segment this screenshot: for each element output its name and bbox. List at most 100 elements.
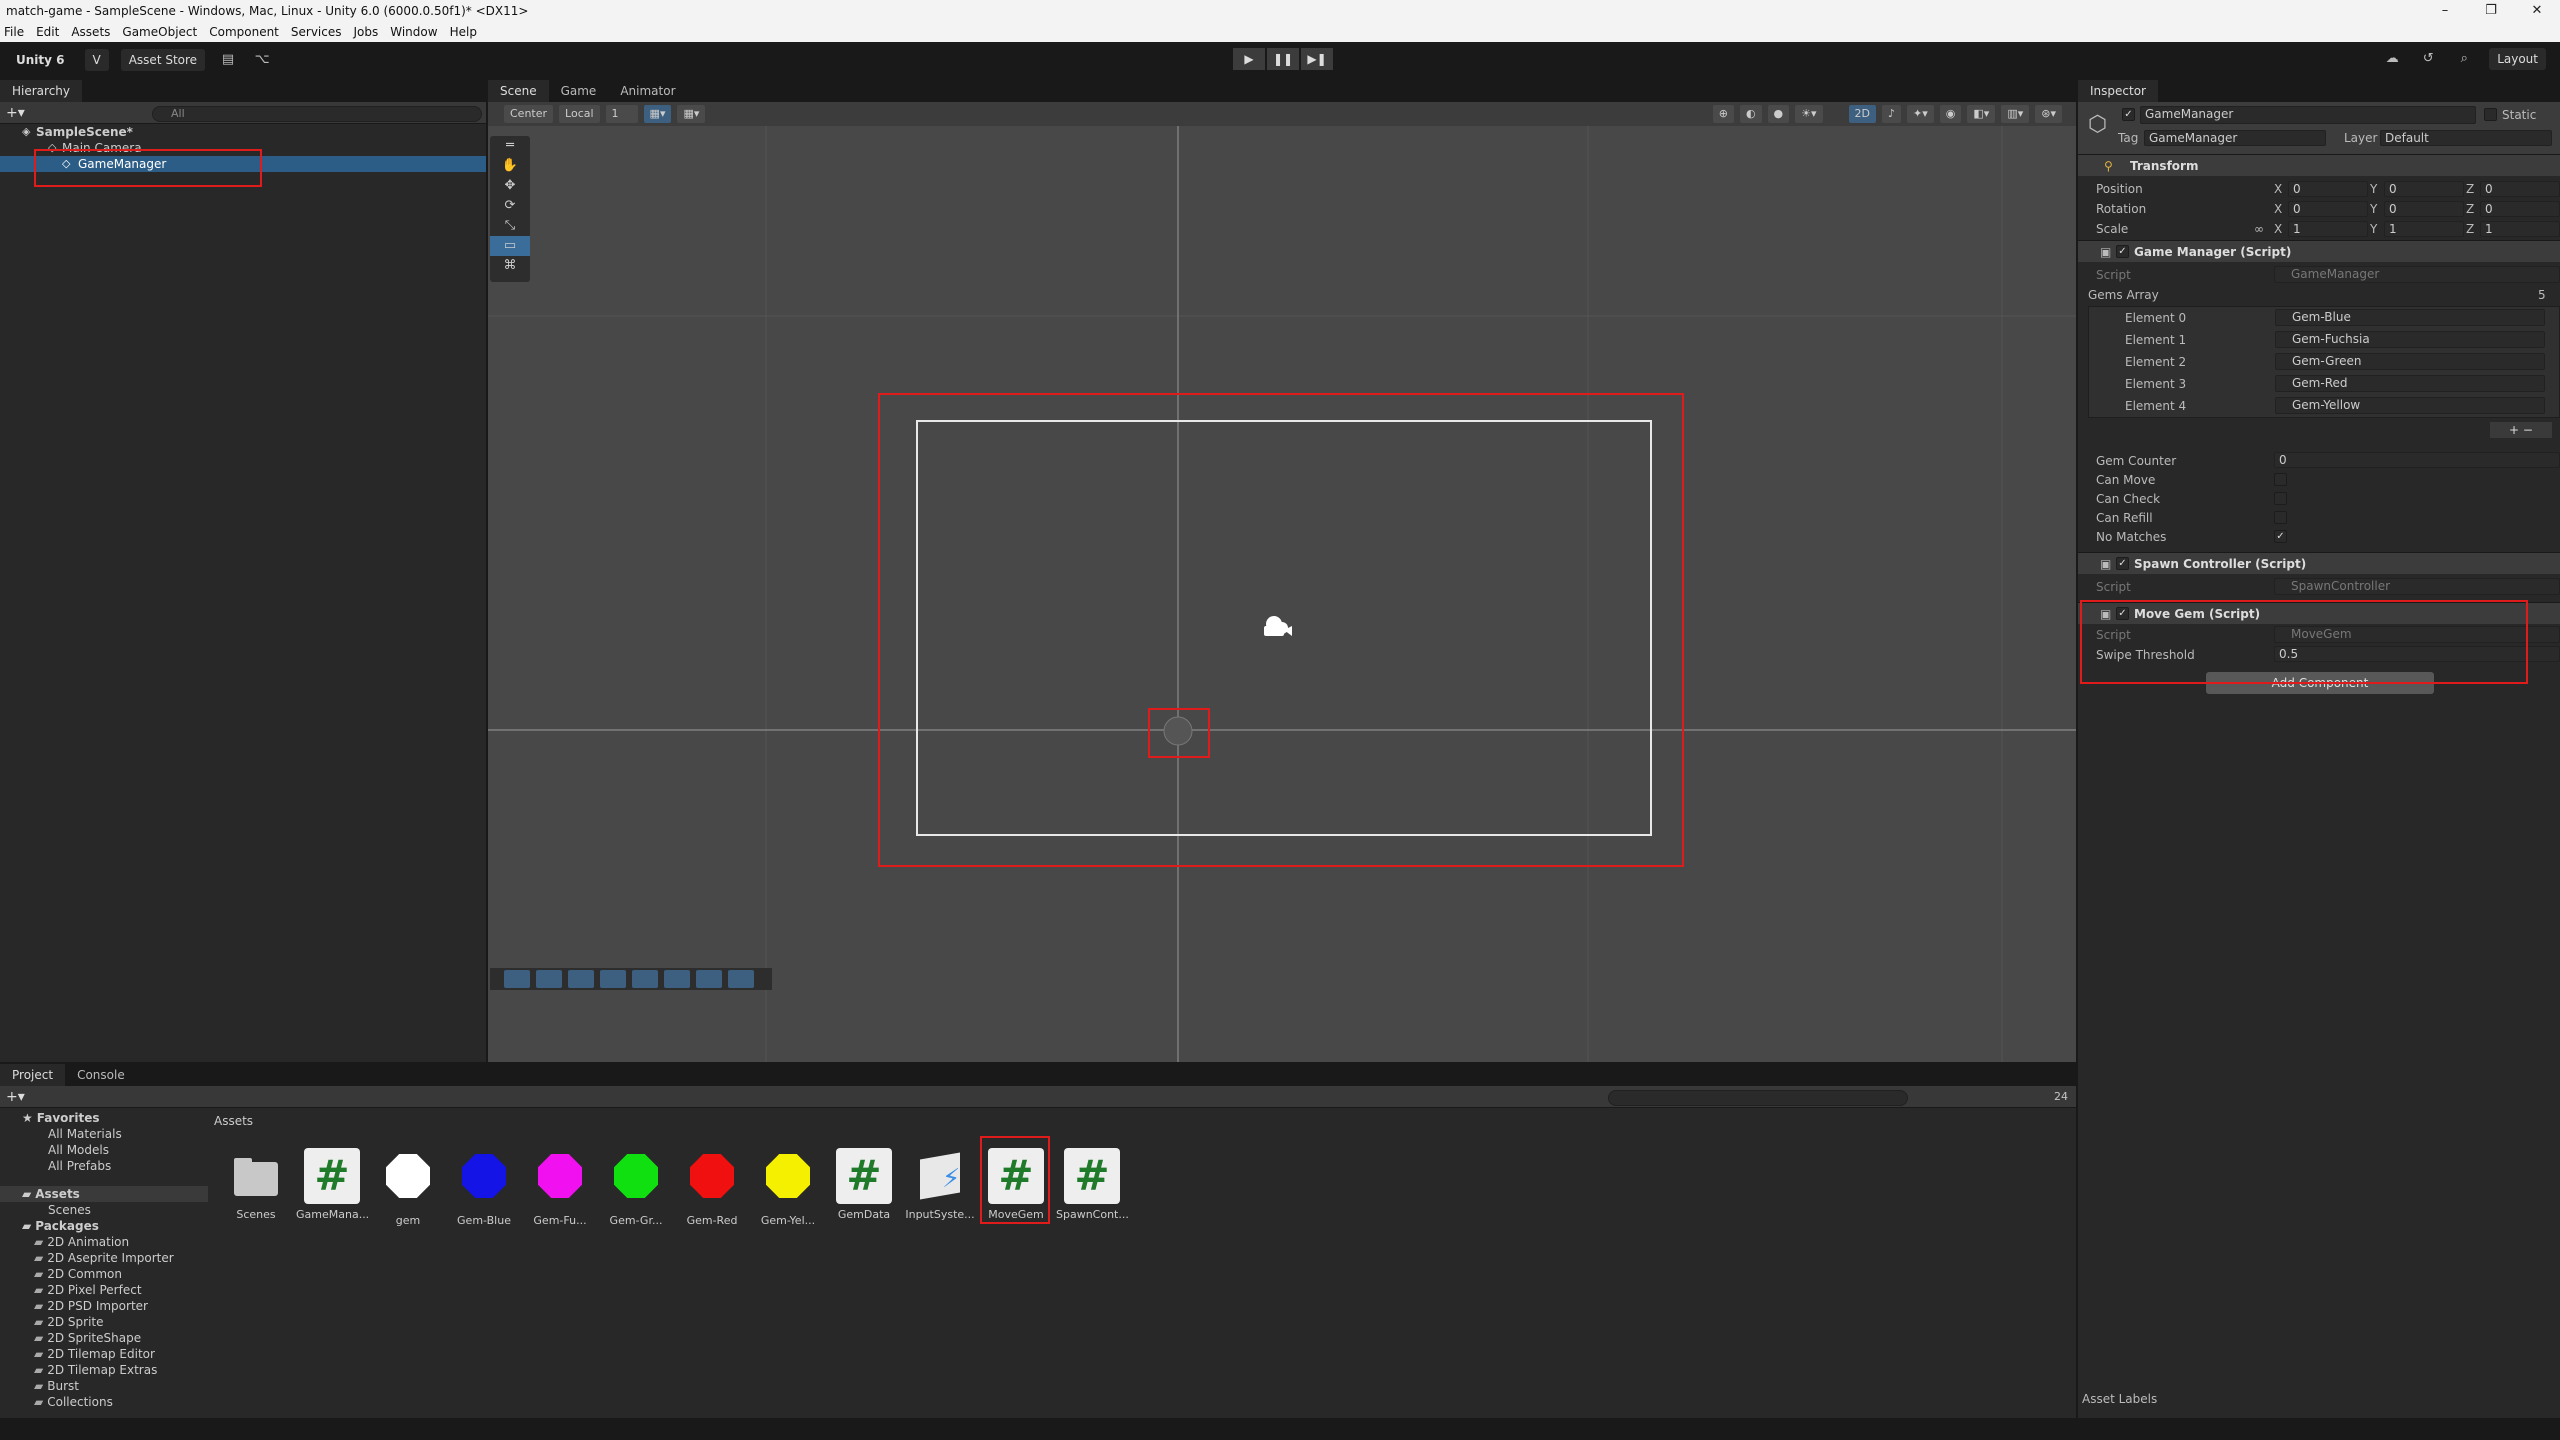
gems-array-label[interactable]: Gems Array: [2088, 288, 2159, 302]
scale-tool-icon[interactable]: ⤡: [490, 216, 530, 236]
tab-console[interactable]: Console: [65, 1064, 137, 1086]
menu-services[interactable]: Services: [291, 25, 342, 39]
camera-icon[interactable]: ◧▾: [1967, 105, 1996, 123]
can-move-checkbox[interactable]: [2274, 473, 2287, 486]
effects-icon[interactable]: ✦▾: [1907, 105, 1934, 123]
history-icon[interactable]: ↺: [2417, 48, 2439, 70]
tree-assets[interactable]: ▰ Assets: [0, 1186, 208, 1202]
minimize-button[interactable]: –: [2422, 0, 2468, 22]
tree-package-item[interactable]: ▰ 2D Tilemap Editor: [0, 1346, 208, 1362]
search-icon[interactable]: ⌕: [2453, 48, 2475, 70]
tree-package-item[interactable]: ▰ 2D Pixel Perfect: [0, 1282, 208, 1298]
tree-package-item[interactable]: ▰ 2D Animation: [0, 1234, 208, 1250]
tree-package-item[interactable]: ▰ 2D Sprite: [0, 1314, 208, 1330]
menu-component[interactable]: Component: [209, 25, 279, 39]
hierarchy-item-gamemanager[interactable]: ◇ GameManager: [0, 156, 486, 172]
tab-animator[interactable]: Animator: [608, 80, 688, 102]
grid-icon[interactable]: ▦▾: [643, 105, 672, 123]
tree-favorites[interactable]: ★ Favorites: [0, 1110, 208, 1126]
tree-package-item[interactable]: ▰ Collections: [0, 1394, 208, 1410]
pivot-dropdown[interactable]: Center: [504, 105, 554, 123]
tree-item[interactable]: All Prefabs: [0, 1158, 208, 1174]
maximize-button[interactable]: ❐: [2468, 0, 2514, 22]
menu-edit[interactable]: Edit: [36, 25, 59, 39]
tab-inspector[interactable]: Inspector: [2078, 80, 2158, 102]
render-icon[interactable]: ▥▾: [2001, 105, 2030, 123]
link-icon[interactable]: ∞: [2254, 222, 2264, 236]
rotation-y-field[interactable]: 0: [2384, 201, 2464, 217]
space-dropdown[interactable]: Local: [559, 105, 600, 123]
array-add-remove-buttons[interactable]: + −: [2490, 422, 2552, 438]
gizmos-icon[interactable]: ⊛▾: [2035, 105, 2062, 123]
asset-item[interactable]: # GameMana...: [296, 1148, 369, 1221]
move-tool-icon[interactable]: ✥: [490, 176, 530, 196]
gems-array-size[interactable]: 5: [2538, 288, 2546, 302]
tools-menu-icon[interactable]: ═: [490, 136, 530, 156]
transform-header[interactable]: ⚲ Transform: [2078, 154, 2560, 176]
element-object-field[interactable]: Gem-Green: [2275, 353, 2545, 370]
asset-item[interactable]: Gem-Yel...: [752, 1148, 824, 1227]
tree-item[interactable]: All Materials: [0, 1126, 208, 1142]
component-enabled-checkbox[interactable]: ✓: [2116, 607, 2129, 620]
lit-icon[interactable]: ●: [1767, 105, 1790, 123]
game-manager-header[interactable]: ▣ ✓ Game Manager (Script): [2078, 240, 2560, 262]
element-object-field[interactable]: Gem-Red: [2275, 375, 2545, 392]
pause-button[interactable]: ❚❚: [1267, 48, 1299, 70]
step-button[interactable]: ▶❚: [1301, 48, 1333, 70]
scene-viewport[interactable]: ═ ✋ ✥ ⟳ ⤡ ▭ ⌘: [488, 126, 2076, 1062]
cloud-icon[interactable]: ☁: [2381, 48, 2403, 70]
tab-game[interactable]: Game: [548, 80, 609, 102]
position-z-field[interactable]: 0: [2480, 181, 2560, 197]
assets-breadcrumb[interactable]: Assets: [214, 1114, 253, 1128]
project-search-input[interactable]: [1608, 1090, 1908, 1106]
asset-store-button[interactable]: Asset Store: [120, 49, 206, 71]
move-gem-header[interactable]: ▣ ✓ Move Gem (Script): [2078, 602, 2560, 624]
tree-packages[interactable]: ▰ Packages: [0, 1218, 208, 1234]
hierarchy-item-main-camera[interactable]: ◇ Main Camera: [0, 140, 486, 156]
tag-dropdown[interactable]: GameManager: [2144, 130, 2326, 146]
unity-version-button[interactable]: Unity 6: [8, 49, 73, 71]
asset-item[interactable]: # MoveGem: [980, 1148, 1052, 1221]
overlay-tool-icon[interactable]: [728, 970, 754, 988]
asset-item[interactable]: ⚡ InputSyste...: [904, 1148, 976, 1221]
play-button[interactable]: ▶: [1233, 48, 1265, 70]
audio-icon[interactable]: ♪: [1882, 105, 1902, 123]
scale-x-field[interactable]: 1: [2288, 221, 2368, 237]
spawn-controller-header[interactable]: ▣ ✓ Spawn Controller (Script): [2078, 552, 2560, 574]
create-button[interactable]: +▾: [6, 105, 25, 121]
hierarchy-scene-row[interactable]: ◈ SampleScene*: [0, 124, 486, 140]
overlay-tool-icon[interactable]: [600, 970, 626, 988]
menu-assets[interactable]: Assets: [71, 25, 110, 39]
menu-gameobject[interactable]: GameObject: [122, 25, 197, 39]
element-object-field[interactable]: Gem-Fuchsia: [2275, 331, 2545, 348]
asset-item[interactable]: gem: [372, 1148, 444, 1227]
scale-z-field[interactable]: 1: [2480, 221, 2560, 237]
tree-package-item[interactable]: ▰ 2D PSD Importer: [0, 1298, 208, 1314]
tree-package-item[interactable]: ▰ 2D Common: [0, 1266, 208, 1282]
overlay-tool-icon[interactable]: [504, 970, 530, 988]
visibility-icon[interactable]: ◉: [1939, 105, 1962, 123]
rotate-tool-icon[interactable]: ⟳: [490, 196, 530, 216]
menu-jobs[interactable]: Jobs: [354, 25, 379, 39]
asset-item[interactable]: # SpawnCont...: [1056, 1148, 1129, 1221]
asset-item[interactable]: Gem-Red: [676, 1148, 748, 1227]
overlay-tool-icon[interactable]: [568, 970, 594, 988]
tab-scene[interactable]: Scene: [488, 80, 549, 102]
tree-package-item[interactable]: ▰ 2D Aseprite Importer: [0, 1250, 208, 1266]
layout-dropdown[interactable]: Layout: [2489, 48, 2546, 70]
menu-window[interactable]: Window: [390, 25, 437, 39]
version-control-icon[interactable]: ⌥: [251, 49, 273, 71]
tree-item[interactable]: Scenes: [0, 1202, 208, 1218]
tree-package-item[interactable]: ▰ 2D Tilemap Extras: [0, 1362, 208, 1378]
tree-item[interactable]: All Models: [0, 1142, 208, 1158]
asset-item[interactable]: Gem-Blue: [448, 1148, 520, 1227]
tab-hierarchy[interactable]: Hierarchy: [0, 80, 83, 102]
asset-item[interactable]: Gem-Fu...: [524, 1148, 596, 1227]
rotation-x-field[interactable]: 0: [2288, 201, 2368, 217]
asset-labels-label[interactable]: Asset Labels: [2082, 1392, 2157, 1406]
overlay-tool-icon[interactable]: [632, 970, 658, 988]
position-y-field[interactable]: 0: [2384, 181, 2464, 197]
active-checkbox[interactable]: ✓: [2122, 108, 2135, 121]
can-refill-checkbox[interactable]: [2274, 511, 2287, 524]
element-object-field[interactable]: Gem-Blue: [2275, 309, 2545, 326]
